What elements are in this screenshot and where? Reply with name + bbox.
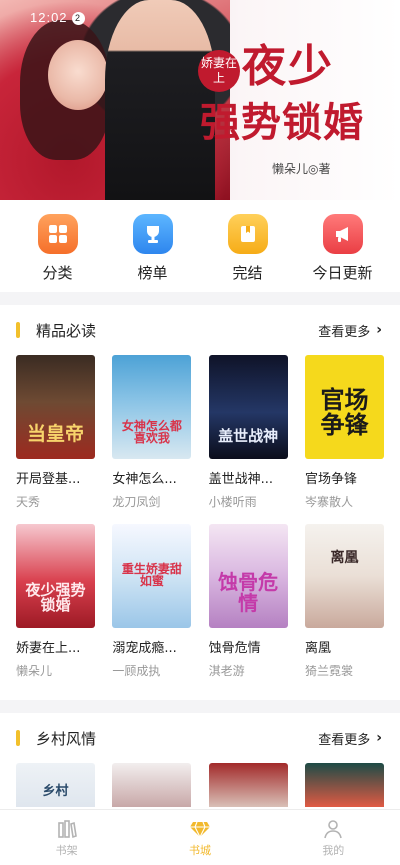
book-card[interactable]: [208, 763, 288, 807]
tab-label: 书架: [55, 843, 78, 857]
book-author: 天秀: [16, 495, 41, 509]
book-author: 懒朵儿: [16, 664, 53, 678]
status-time: 12:02: [30, 10, 68, 25]
book-cover[interactable]: 女神怎么都喜欢我: [112, 355, 192, 459]
banner-artwork-man: [105, 0, 215, 200]
book-card[interactable]: 盖世战神 盖世战神... 小楼听雨: [208, 355, 288, 510]
hero-banner[interactable]: 12:02 2 娇妻在上 夜少 强势锁婚 懒朵儿◎著: [0, 0, 400, 200]
category-label: 完结: [232, 264, 263, 282]
banner-author: 懒朵儿◎著: [272, 162, 331, 176]
book-title: 溺宠成瘾...: [112, 641, 177, 656]
section-accent-bar: [16, 322, 20, 338]
book-title: 开局登基...: [16, 472, 81, 487]
book-card[interactable]: 女神怎么都喜欢我 女神怎么... 龙刀凤剑: [112, 355, 192, 510]
see-more-link[interactable]: 查看更多: [318, 321, 370, 340]
section-header: 乡村风情 查看更多 ›: [0, 713, 400, 763]
book-grid: 当皇帝 开局登基... 天秀 女神怎么都喜欢我 女神怎么... 龙刀凤剑 盖世战…: [0, 355, 400, 693]
book-author: 小楼听雨: [208, 495, 257, 509]
book-title: 女神怎么...: [112, 472, 177, 487]
book-card[interactable]: [304, 763, 384, 807]
category-label: 榜单: [137, 264, 168, 282]
see-more-link[interactable]: 查看更多: [318, 729, 370, 748]
category-label: 分类: [42, 264, 73, 282]
category-fenlei[interactable]: 分类: [18, 214, 98, 292]
book-title: 离凰: [304, 641, 331, 656]
grid-icon: [37, 214, 78, 254]
book-cover[interactable]: 乡村: [16, 763, 95, 807]
book-bookmark-icon: [227, 214, 268, 254]
book-author: 龙刀凤剑: [112, 495, 161, 509]
category-wanjie[interactable]: 完结: [208, 214, 288, 292]
banner-title: 娇妻在上 夜少 强势锁婚 懒朵儿◎著: [198, 30, 390, 180]
book-title: 盖世战神...: [208, 472, 274, 487]
tab-bookshelf[interactable]: 书架: [27, 818, 107, 858]
diamond-icon: [160, 818, 240, 840]
banner-title-line1: 夜少: [242, 41, 334, 92]
book-title: 蚀骨危情: [208, 641, 261, 656]
book-cover[interactable]: 盖世战神: [208, 355, 288, 459]
book-author: 猗兰霓裳: [304, 664, 353, 678]
tab-label: 我的: [322, 843, 345, 857]
category-gengxin[interactable]: 今日更新: [303, 214, 383, 292]
book-card[interactable]: 夜少强势锁婚 娇妻在上... 懒朵儿: [16, 524, 95, 679]
section-accent-bar: [16, 730, 20, 746]
category-label: 今日更新: [312, 264, 373, 282]
book-author: 岑寨散人: [304, 495, 353, 509]
chevron-right-icon[interactable]: ›: [376, 730, 382, 746]
book-card[interactable]: 当皇帝 开局登基... 天秀: [16, 355, 95, 510]
chevron-right-icon[interactable]: ›: [376, 322, 382, 338]
section-featured: 精品必读 查看更多 › 当皇帝 开局登基... 天秀 女神怎么都喜欢我 女神怎么…: [0, 305, 400, 700]
tab-label: 书城: [188, 843, 211, 857]
book-cover[interactable]: 当皇帝: [16, 355, 95, 459]
book-cover[interactable]: 重生娇妻甜如蜜: [112, 524, 192, 628]
book-card[interactable]: 官场争锋 官场争锋 岑寨散人: [304, 355, 384, 510]
status-bar: 12:02 2: [30, 10, 85, 25]
banner-title-line2: 强势锁婚: [200, 99, 364, 146]
book-cover[interactable]: [112, 763, 192, 807]
book-title: 娇妻在上...: [16, 641, 81, 656]
book-cover[interactable]: 蚀骨危情: [208, 524, 288, 628]
user-icon: [293, 818, 373, 840]
bookshelf-icon: [27, 818, 107, 840]
banner-artwork-face: [48, 40, 108, 110]
book-card[interactable]: 乡村: [16, 763, 95, 807]
book-cover[interactable]: [208, 763, 288, 807]
tab-bookstore[interactable]: 书城: [160, 818, 240, 858]
book-cover[interactable]: 官场争锋: [304, 355, 384, 459]
section-title: 精品必读: [36, 321, 97, 340]
section-title: 乡村风情: [36, 729, 97, 748]
book-cover[interactable]: 夜少强势锁婚: [16, 524, 95, 628]
book-card[interactable]: 重生娇妻甜如蜜 溺宠成瘾... 一顾成执: [112, 524, 192, 679]
tab-mine[interactable]: 我的: [293, 818, 373, 858]
book-card[interactable]: [112, 763, 192, 807]
book-cover[interactable]: [304, 763, 384, 807]
book-card[interactable]: 离凰 离凰 猗兰霓裳: [304, 524, 384, 679]
category-shortcuts: 分类 榜单 完结 今日更新: [0, 200, 400, 292]
megaphone-icon: [322, 214, 363, 254]
book-author: 淇老游: [208, 664, 245, 678]
bottom-tab-bar: 书架 书城 我的: [0, 809, 400, 865]
book-card[interactable]: 蚀骨危情 蚀骨危情 淇老游: [208, 524, 288, 679]
book-cover[interactable]: 离凰: [304, 524, 384, 628]
trophy-icon: [132, 214, 173, 254]
book-title: 官场争锋: [304, 472, 357, 487]
section-header: 精品必读 查看更多 ›: [0, 305, 400, 355]
banner-title-small: 娇妻在上: [198, 50, 240, 92]
notification-badge: 2: [71, 12, 85, 25]
book-author: 一顾成执: [112, 664, 161, 678]
category-bangdan[interactable]: 榜单: [113, 214, 193, 292]
